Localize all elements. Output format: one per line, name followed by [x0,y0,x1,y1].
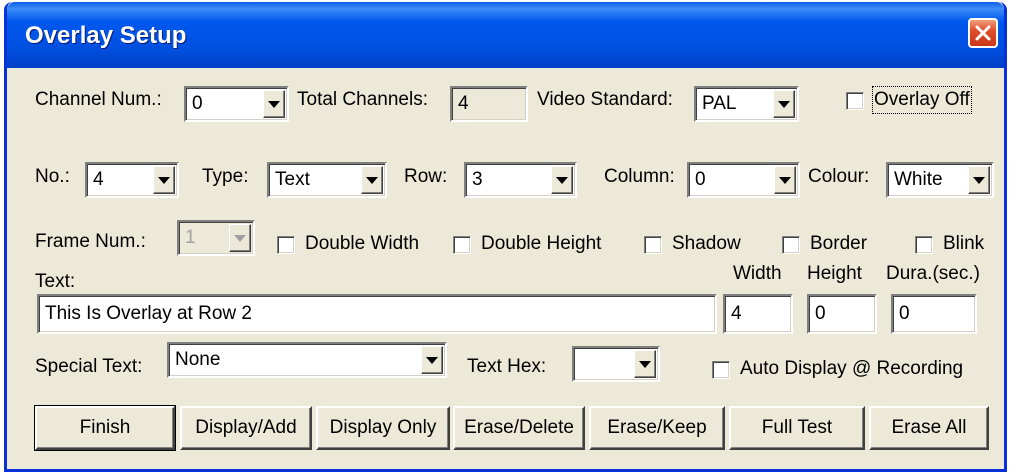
no-dropdown-button[interactable] [153,166,175,194]
display-only-button[interactable]: Display Only [316,406,450,450]
chevron-down-icon [556,177,568,184]
video-standard-value: PAL [702,93,737,114]
total-channels-value: 4 [458,93,469,114]
frame-num-dropdown: 1 [177,220,255,256]
type-dropdown[interactable]: Text [267,162,387,198]
erase-all-button[interactable]: Erase All [869,406,989,450]
row-dropdown-button[interactable] [551,166,573,194]
colour-dropdown-button[interactable] [968,166,990,194]
width-input[interactable]: 4 [723,294,793,334]
type-dropdown-button[interactable] [361,166,383,194]
erase-keep-button-label: Erase/Keep [607,417,707,438]
display-add-button-label: Display/Add [195,417,297,438]
height-input[interactable]: 0 [807,294,877,334]
overlay-setup-window: Overlay Setup Channel Num.: 0 Total Chan… [4,2,1007,472]
row-label: Row: [404,166,448,187]
chevron-down-icon [268,101,280,108]
channel-num-value: 0 [192,93,203,114]
overlay-text-input[interactable]: This Is Overlay at Row 2 [37,294,717,334]
duration-input[interactable]: 0 [891,294,977,334]
finish-button[interactable]: Finish [34,405,176,451]
frame-num-dropdown-button [229,224,251,252]
chevron-down-icon [234,235,246,242]
special-text-dropdown-button[interactable] [421,346,443,374]
double-width-label[interactable]: Double Width [305,232,419,256]
close-icon [975,25,991,41]
chevron-down-icon [366,177,378,184]
text-hex-dropdown[interactable] [572,346,660,382]
type-label: Type: [202,166,249,187]
blink-checkbox[interactable] [915,236,933,254]
duration-value: 0 [899,303,910,324]
colour-value: White [894,169,943,190]
row-dropdown[interactable]: 3 [464,162,577,198]
auto-display-checkbox[interactable] [712,361,730,379]
erase-all-button-label: Erase All [891,417,967,438]
column-label: Column: [604,166,675,187]
display-only-button-label: Display Only [329,417,437,438]
row-value: 3 [472,169,483,190]
special-text-dropdown[interactable]: None [167,342,447,378]
chevron-down-icon [426,357,438,364]
full-test-button[interactable]: Full Test [729,406,865,450]
column-value: 0 [695,169,706,190]
colour-label: Colour: [808,166,870,187]
height-label: Height [807,263,862,284]
column-dropdown-button[interactable] [774,166,796,194]
erase-delete-button[interactable]: Erase/Delete [453,406,585,450]
no-value: 4 [93,169,104,190]
border-checkbox[interactable] [782,236,800,254]
height-value: 0 [815,303,826,324]
finish-button-label: Finish [79,417,131,438]
width-label: Width [733,263,782,284]
shadow-label[interactable]: Shadow [672,232,741,256]
text-hex-label: Text Hex: [467,356,547,377]
chevron-down-icon [158,177,170,184]
erase-delete-button-label: Erase/Delete [464,417,574,438]
channel-num-dropdown-button[interactable] [263,90,285,118]
column-dropdown[interactable]: 0 [687,162,800,198]
chevron-down-icon [973,177,985,184]
text-hex-dropdown-button[interactable] [634,350,656,378]
text-label: Text: [35,271,76,292]
channel-num-dropdown[interactable]: 0 [184,86,289,122]
video-standard-label: Video Standard: [537,89,673,110]
display-add-button[interactable]: Display/Add [180,406,312,450]
total-channels-field: 4 [450,86,528,122]
total-channels-label: Total Channels: [297,89,428,110]
close-button[interactable] [968,18,998,48]
frame-num-value: 1 [185,227,196,248]
special-text-value: None [175,349,221,370]
chevron-down-icon [639,361,651,368]
no-dropdown[interactable]: 4 [85,162,179,198]
border-label[interactable]: Border [810,232,867,256]
erase-keep-button[interactable]: Erase/Keep [589,406,725,450]
special-text-label: Special Text: [35,356,143,377]
auto-display-label[interactable]: Auto Display @ Recording [740,357,963,381]
frame-num-label: Frame Num.: [35,231,146,252]
double-height-checkbox[interactable] [453,236,471,254]
shadow-checkbox[interactable] [644,236,662,254]
double-height-label[interactable]: Double Height [481,232,601,256]
video-standard-dropdown-button[interactable] [773,90,795,118]
blink-label[interactable]: Blink [943,232,984,256]
no-label: No.: [35,166,70,187]
duration-label: Dura.(sec.) [886,263,980,284]
overlay-off-label[interactable]: Overlay Off [872,86,972,114]
double-width-checkbox[interactable] [277,236,295,254]
full-test-button-label: Full Test [761,417,833,438]
overlay-off-checkbox[interactable] [846,92,864,110]
chevron-down-icon [779,177,791,184]
chevron-down-icon [778,101,790,108]
colour-dropdown[interactable]: White [886,162,994,198]
width-value: 4 [731,303,742,324]
overlay-text-value: This Is Overlay at Row 2 [45,303,252,324]
title-bar[interactable]: Overlay Setup [7,2,1004,68]
video-standard-dropdown[interactable]: PAL [694,86,799,122]
window-title: Overlay Setup [25,22,187,49]
channel-num-label: Channel Num.: [35,89,162,110]
type-value: Text [275,169,310,190]
